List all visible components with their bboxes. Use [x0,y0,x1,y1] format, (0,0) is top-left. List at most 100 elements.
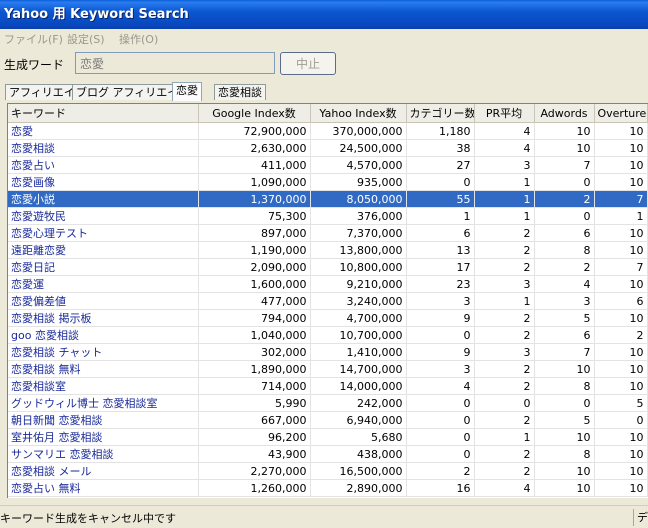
table-row[interactable]: 恋愛偏差値 477,000 3,240,000 3 1 3 6 [8,292,648,310]
table-row[interactable]: 恋愛 72,900,000 370,000,000 1,180 4 10 10 [8,122,648,140]
column-header-keyword[interactable]: キーワード [8,104,199,123]
keyword-cell: グッドウィル博士 恋愛相談室 [8,394,199,412]
table-row[interactable]: グッドウィル博士 恋愛相談室 5,990 242,000 0 0 0 5 [8,394,648,412]
generate-word-label: 生成ワード [4,58,65,72]
value-cell: 6 [534,326,595,344]
table-row[interactable]: 恋愛画像 1,090,000 935,000 0 1 0 10 [8,173,648,191]
value-cell: 1,180 [406,122,475,140]
value-cell: 2,630,000 [198,139,311,157]
keyword-grid[interactable]: キーワード Google Index数 Yahoo Index数 カテゴリー数 … [7,103,648,498]
value-cell: 10 [594,275,648,293]
table-row[interactable]: 恋愛日記 2,090,000 10,800,000 17 2 2 7 [8,258,648,276]
value-cell: 10,800,000 [310,258,407,276]
table-row[interactable]: サンマリエ 恋愛相談 43,900 438,000 0 2 8 10 [8,445,648,463]
value-cell: 5 [534,411,595,429]
value-cell: 4,570,000 [310,156,407,174]
column-header-category-count[interactable]: カテゴリー数 [406,104,475,123]
value-cell: 1,370,000 [198,190,311,208]
value-cell: 477,000 [198,292,311,310]
value-cell: 2 [474,377,535,395]
value-cell: 10 [594,445,648,463]
value-cell: 2,890,000 [310,479,407,497]
value-cell: 9 [406,343,475,361]
value-cell: 5 [594,394,648,412]
value-cell: 16 [406,479,475,497]
value-cell: 23 [406,275,475,293]
value-cell: 1 [474,428,535,446]
table-row[interactable]: 恋愛占い 411,000 4,570,000 27 3 7 10 [8,156,648,174]
generate-word-input[interactable] [75,52,275,74]
value-cell: 3 [474,343,535,361]
value-cell: 0 [474,394,535,412]
column-header-overture[interactable]: Overture [594,104,648,123]
status-text: キーワード生成をキャンセル中です [0,512,176,525]
stop-button[interactable]: 中止 [280,52,336,75]
column-header-google-index[interactable]: Google Index数 [198,104,311,123]
column-header-yahoo-index[interactable]: Yahoo Index数 [310,104,407,123]
keyword-cell: 恋愛日記 [8,258,199,276]
value-cell: 2 [474,258,535,276]
table-row[interactable]: 遠距離恋愛 1,190,000 13,800,000 13 2 8 10 [8,241,648,259]
value-cell: 10 [534,479,595,497]
value-cell: 2 [474,360,535,378]
value-cell: 5 [534,309,595,327]
value-cell: 0 [594,411,648,429]
table-row[interactable]: 恋愛占い 無料 1,260,000 2,890,000 16 4 10 10 [8,479,648,497]
value-cell: 0 [534,394,595,412]
value-cell: 1 [474,292,535,310]
window-title: Yahoo 用 Keyword Search [0,0,648,29]
tab-renai[interactable]: 恋愛 [172,82,202,101]
value-cell: 6 [406,224,475,242]
value-cell: 7 [594,190,648,208]
table-row[interactable]: 室井佑月 恋愛相談 96,200 5,680 0 1 10 10 [8,428,648,446]
value-cell: 897,000 [198,224,311,242]
value-cell: 16,500,000 [310,462,407,480]
keyword-cell: 恋愛相談 掲示板 [8,309,199,327]
table-row[interactable]: 恋愛運 1,600,000 9,210,000 23 3 4 10 [8,275,648,293]
value-cell: 714,000 [198,377,311,395]
table-row[interactable]: 恋愛小説 1,370,000 8,050,000 55 1 2 7 [8,190,648,208]
value-cell: 5,680 [310,428,407,446]
column-header-pr-average[interactable]: PR平均 [474,104,535,123]
table-row[interactable]: 恋愛相談 メール 2,270,000 16,500,000 2 2 10 10 [8,462,648,480]
table-row[interactable]: 恋愛相談室 714,000 14,000,000 4 2 8 10 [8,377,648,395]
value-cell: 13,800,000 [310,241,407,259]
value-cell: 7 [534,156,595,174]
value-cell: 2 [534,190,595,208]
table-row[interactable]: 恋愛相談 無料 1,890,000 14,700,000 3 2 10 10 [8,360,648,378]
value-cell: 10 [534,428,595,446]
column-header-adwords[interactable]: Adwords [534,104,595,123]
menu-operation[interactable]: 操作(O) [119,31,158,47]
value-cell: 370,000,000 [310,122,407,140]
value-cell: 10 [534,139,595,157]
table-row[interactable]: 朝日新聞 恋愛相談 667,000 6,940,000 0 2 5 0 [8,411,648,429]
keyword-cell: 恋愛遊牧民 [8,207,199,225]
value-cell: 1,890,000 [198,360,311,378]
value-cell: 10 [594,224,648,242]
table-row[interactable]: 恋愛相談 チャット 302,000 1,410,000 9 3 7 10 [8,343,648,361]
status-bar: キーワード生成をキャンセル中です デ [0,505,648,528]
keyword-cell: 恋愛相談 メール [8,462,199,480]
value-cell: 1,190,000 [198,241,311,259]
value-cell: 10 [594,156,648,174]
value-cell: 302,000 [198,343,311,361]
table-row[interactable]: goo 恋愛相談 1,040,000 10,700,000 0 2 6 2 [8,326,648,344]
value-cell: 0 [534,173,595,191]
value-cell: 2 [474,411,535,429]
value-cell: 55 [406,190,475,208]
value-cell: 8 [534,445,595,463]
value-cell: 8 [534,241,595,259]
table-row[interactable]: 恋愛遊牧民 75,300 376,000 1 1 0 1 [8,207,648,225]
value-cell: 10 [594,241,648,259]
value-cell: 2 [474,445,535,463]
value-cell: 0 [406,411,475,429]
menu-settings[interactable]: 設定(S) [67,31,105,47]
tab-renai-soudan[interactable]: 恋愛相談 [214,84,266,100]
keyword-cell: 恋愛占い [8,156,199,174]
menu-file[interactable]: ファイル(F) [4,31,63,47]
table-row[interactable]: 恋愛相談 2,630,000 24,500,000 38 4 10 10 [8,139,648,157]
table-row[interactable]: 恋愛相談 掲示板 794,000 4,700,000 9 2 5 10 [8,309,648,327]
value-cell: 0 [534,207,595,225]
table-row[interactable]: 恋愛心理テスト 897,000 7,370,000 6 2 6 10 [8,224,648,242]
value-cell: 1 [474,173,535,191]
